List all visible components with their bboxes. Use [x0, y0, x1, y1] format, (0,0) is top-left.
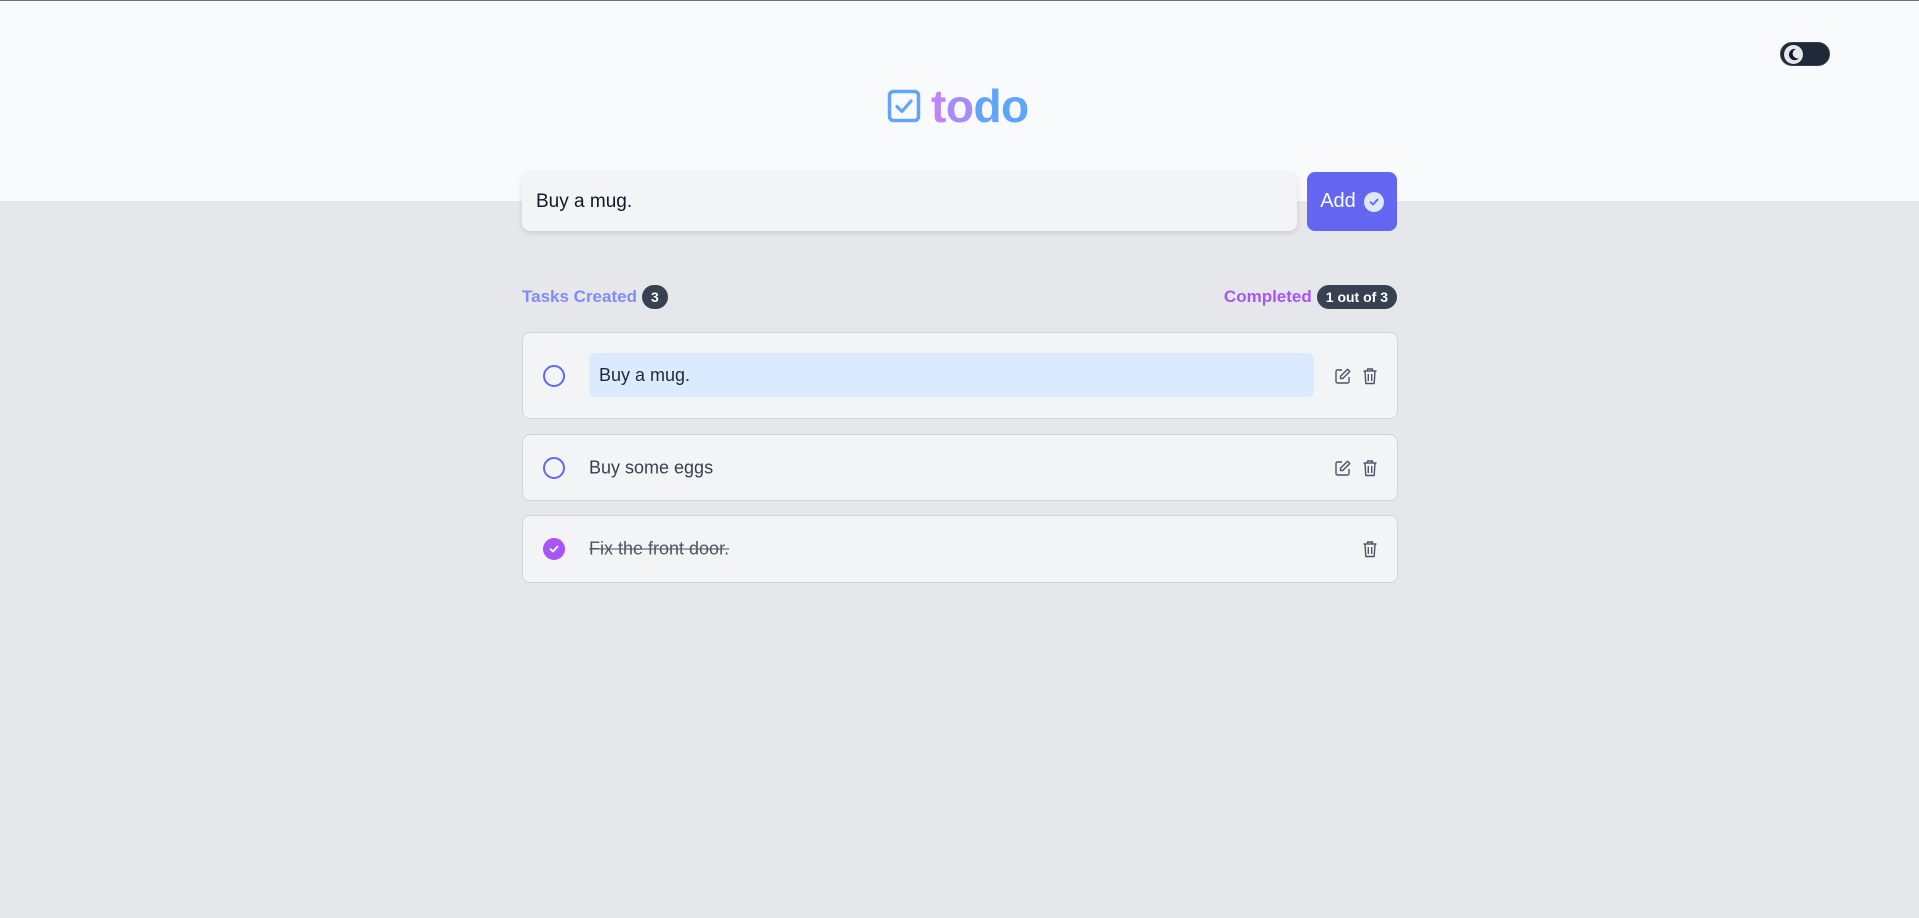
task-edit-input[interactable]	[589, 353, 1314, 397]
checkbox-logo-icon	[887, 89, 921, 123]
tasks-created-badge: 3	[641, 285, 668, 309]
theme-toggle[interactable]	[1780, 42, 1830, 66]
task-actions	[1334, 459, 1379, 477]
toggle-knob	[1784, 45, 1803, 64]
completed-badge: 1 out of 3	[1316, 285, 1397, 309]
task-text: Buy some eggs	[589, 457, 714, 477]
completed-stat: Completed 1 out of 3	[1224, 285, 1397, 309]
edit-icon[interactable]	[1334, 367, 1352, 385]
task-item: Fix the front door.	[522, 515, 1398, 583]
task-text: Fix the front door.	[589, 538, 730, 559]
task-item	[522, 332, 1398, 419]
add-task-button[interactable]: Add	[1307, 172, 1397, 231]
trash-icon[interactable]	[1361, 459, 1379, 477]
app-logo: todo	[887, 81, 1029, 131]
app-title: todo	[931, 80, 1029, 132]
task-actions	[1334, 367, 1379, 385]
completed-label: Completed	[1223, 287, 1312, 306]
task-actions	[1361, 540, 1379, 558]
check-icon	[549, 545, 559, 553]
trash-icon[interactable]	[1361, 367, 1379, 385]
task-item: Buy some eggs	[522, 434, 1398, 501]
moon-icon	[1788, 48, 1799, 61]
tasks-created-stat: Tasks Created 3	[522, 285, 668, 309]
new-task-input[interactable]	[522, 172, 1297, 231]
task-complete-toggle[interactable]	[543, 364, 565, 387]
edit-icon[interactable]	[1334, 459, 1352, 477]
trash-icon[interactable]	[1361, 540, 1379, 558]
task-complete-toggle[interactable]	[543, 538, 565, 560]
check-circle-icon	[1363, 191, 1384, 212]
tasks-created-label: Tasks Created	[522, 287, 637, 306]
task-complete-toggle[interactable]	[543, 456, 565, 479]
add-button-label: Add	[1320, 190, 1356, 212]
